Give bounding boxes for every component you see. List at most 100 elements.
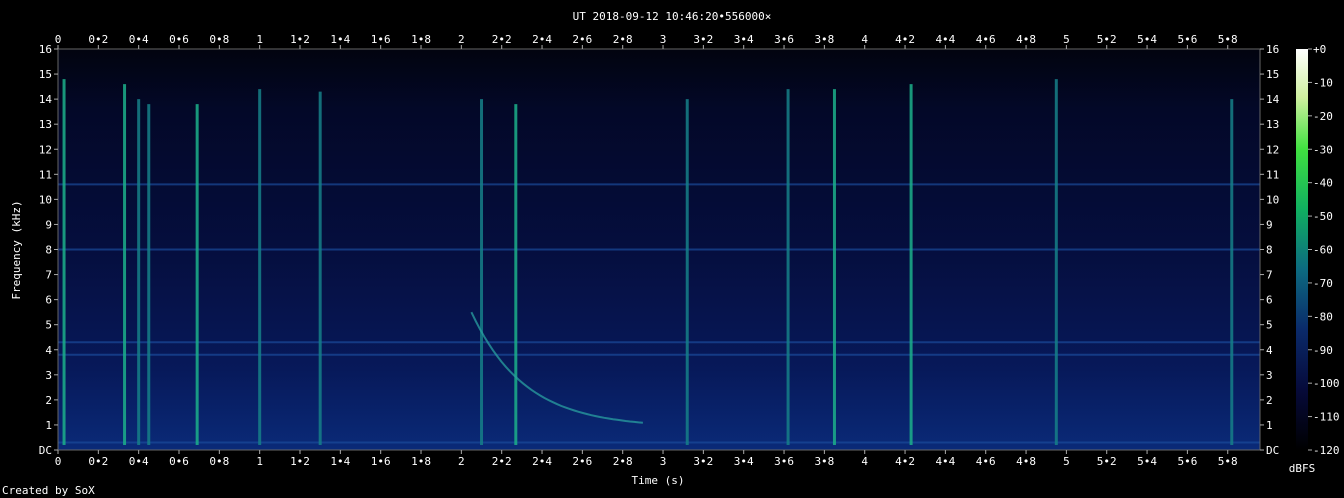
x-tick-label-top: 5•6: [1177, 33, 1197, 46]
y-tick-label-right: 2: [1266, 394, 1273, 407]
x-tick-label-top: 4•4: [935, 33, 955, 46]
colorbar-ticks: +0 -10 -20 -30 -40 -50 -60 -70 -80 -90 -100 -110 -12…: [1308, 43, 1340, 457]
colorbar-tick-label: -60: [1313, 244, 1333, 257]
colorbar-gradient: [1296, 49, 1308, 450]
x-tick-label-bottom: 2•4: [532, 455, 552, 468]
x-tick-label-top: 1•8: [411, 33, 431, 46]
x-tick-label-top: 2•4: [532, 33, 552, 46]
y-tick-label-left: 1: [45, 419, 52, 432]
x-tick-label-bottom: 0•2: [88, 455, 108, 468]
y-tick-label-right: 15: [1266, 68, 1279, 81]
x-tick-label-top: 0•8: [209, 33, 229, 46]
x-tick-label-top: 0: [55, 33, 62, 46]
x-tick-label-top: 1•4: [330, 33, 350, 46]
x-tick-label-bottom: 2•2: [492, 455, 512, 468]
x-tick-label-top: 4: [861, 33, 868, 46]
y-axis-label: Frequency (kHz): [10, 200, 23, 299]
y-tick-label-right: 13: [1266, 118, 1279, 131]
colorbar-tick-label: -20: [1313, 110, 1333, 123]
x-tick-label-bottom: 5•4: [1137, 455, 1157, 468]
x-tick-label-top: 2•8: [613, 33, 633, 46]
x-tick-label-bottom: 0•6: [169, 455, 189, 468]
colorbar-label: dBFS: [1289, 462, 1316, 475]
y-axis-right: DC12345678910111213141516: [1260, 43, 1280, 457]
y-tick-label-left: 2: [45, 394, 52, 407]
x-tick-label-top: 1: [256, 33, 263, 46]
x-axis-label: Time (s): [632, 474, 685, 487]
chart-title: UT 2018-09-12 10:46:20•556000×: [573, 10, 772, 23]
y-tick-label-right: 1: [1266, 419, 1273, 432]
x-tick-label-top: 3•4: [734, 33, 754, 46]
y-tick-label-right: 16: [1266, 43, 1279, 56]
y-tick-label-right: 9: [1266, 218, 1273, 231]
colorbar-tick-label: -30: [1313, 143, 1333, 156]
x-tick-label-bottom: 5•6: [1177, 455, 1197, 468]
y-tick-label-right: 14: [1266, 93, 1280, 106]
y-tick-label-right: 8: [1266, 244, 1273, 257]
y-tick-label-right: 10: [1266, 193, 1279, 206]
x-tick-label-bottom: 4•4: [935, 455, 955, 468]
x-tick-label-bottom: 2: [458, 455, 465, 468]
x-tick-label-bottom: 4: [861, 455, 868, 468]
x-tick-label-top: 5: [1063, 33, 1070, 46]
y-tick-label-left: 7: [45, 269, 52, 282]
colorbar-tick-label: -80: [1313, 310, 1333, 323]
x-tick-label-bottom: 3•4: [734, 455, 754, 468]
x-tick-label-top: 1•2: [290, 33, 310, 46]
y-axis-left: DC12345678910111213141516: [39, 43, 58, 457]
x-tick-label-bottom: 3: [660, 455, 667, 468]
x-tick-label-bottom: 1•6: [371, 455, 391, 468]
y-tick-label-left: 10: [39, 193, 52, 206]
x-tick-label-top: 4•2: [895, 33, 915, 46]
x-tick-label-bottom: 4•6: [976, 455, 996, 468]
x-tick-label-bottom: 5•2: [1097, 455, 1117, 468]
x-tick-label-bottom: 0•8: [209, 455, 229, 468]
x-tick-label-top: 5•2: [1097, 33, 1117, 46]
x-tick-label-bottom: 1•2: [290, 455, 310, 468]
x-tick-label-top: 0•4: [129, 33, 149, 46]
x-axis-bottom: 0 0•2 0•4 0•6 0•8 1 1•2 1•4 1•6 1•8 2 2•2 2•4 2•6 2•8 3…: [55, 450, 1238, 468]
y-tick-label-left: DC: [39, 444, 52, 457]
colorbar-tick-label: -120: [1313, 444, 1340, 457]
x-tick-label-top: 2•2: [492, 33, 512, 46]
x-axis-top: 0 0•2 0•4 0•6 0•8 1 1•2 1•4 1•6 1•8 2 2•2 2•4 2•6 2•8 3…: [55, 33, 1238, 49]
x-tick-label-top: 0•6: [169, 33, 189, 46]
x-tick-label-bottom: 1: [256, 455, 263, 468]
x-tick-label-bottom: 5: [1063, 455, 1070, 468]
colorbar-tick-label: -10: [1313, 76, 1333, 89]
y-tick-label-right: DC: [1266, 444, 1279, 457]
colorbar-tick-label: +0: [1313, 43, 1326, 56]
y-tick-label-left: 4: [45, 344, 52, 357]
x-tick-label-top: 3•2: [693, 33, 713, 46]
x-tick-label-bottom: 2•6: [572, 455, 592, 468]
x-tick-label-bottom: 4•2: [895, 455, 915, 468]
y-tick-label-right: 6: [1266, 294, 1273, 307]
colorbar-tick-label: -50: [1313, 210, 1333, 223]
colorbar-tick-label: -100: [1313, 377, 1340, 390]
y-tick-label-left: 6: [45, 294, 52, 307]
x-tick-label-top: 0•2: [88, 33, 108, 46]
y-tick-label-left: 5: [45, 319, 52, 332]
y-tick-label-left: 13: [39, 118, 52, 131]
x-tick-label-top: 2•6: [572, 33, 592, 46]
y-tick-label-left: 9: [45, 218, 52, 231]
colorbar-tick-label: -90: [1313, 344, 1333, 357]
colorbar-tick-label: -110: [1313, 411, 1340, 424]
x-tick-label-top: 1•6: [371, 33, 391, 46]
y-tick-label-right: 7: [1266, 269, 1273, 282]
x-tick-label-top: 4•8: [1016, 33, 1036, 46]
x-tick-label-bottom: 4•8: [1016, 455, 1036, 468]
y-tick-label-right: 12: [1266, 143, 1279, 156]
x-tick-label-top: 5•8: [1218, 33, 1238, 46]
x-tick-label-bottom: 0•4: [129, 455, 149, 468]
plot-area: [57, 48, 1261, 451]
y-tick-label-left: 15: [39, 68, 52, 81]
y-tick-label-right: 4: [1266, 344, 1273, 357]
x-tick-label-top: 5•4: [1137, 33, 1157, 46]
x-tick-label-bottom: 1•8: [411, 455, 431, 468]
spectrogram-figure: UT 2018-09-12 10:46:20•556000× 0 0•2 0•4 0•…: [2, 10, 1340, 497]
y-tick-label-left: 12: [39, 143, 52, 156]
y-tick-label-left: 11: [39, 168, 52, 181]
y-tick-label-left: 14: [39, 93, 53, 106]
x-tick-label-top: 2: [458, 33, 465, 46]
